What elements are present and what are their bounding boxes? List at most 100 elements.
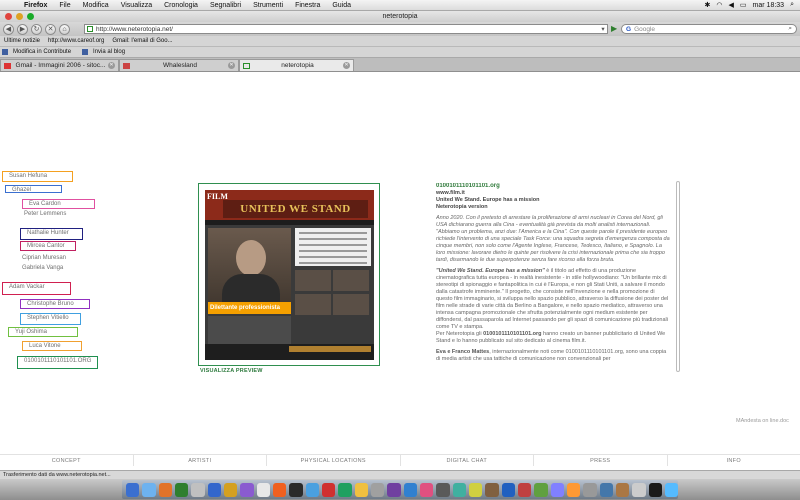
bookmark-careof[interactable]: http://www.careof.org [44, 38, 108, 44]
wifi-icon[interactable]: ◠ [716, 1, 722, 9]
dock-app-icon[interactable] [419, 482, 434, 497]
artist-ciprian-muresan[interactable]: Ciprian Muresan [22, 254, 66, 263]
url-dropdown-icon[interactable]: ▾ [599, 25, 607, 33]
url-text[interactable]: http://www.neterotopia.net/ [96, 26, 173, 33]
search-placeholder[interactable]: Google [634, 26, 655, 33]
artist-mircea-cantor[interactable]: Mircea Cantor [20, 241, 76, 251]
search-box[interactable]: G Google ⌕ [621, 24, 797, 34]
battery-icon[interactable]: ▭ [740, 1, 747, 9]
close-window-icon[interactable] [5, 13, 12, 20]
menu-visualizza[interactable]: Visualizza [115, 2, 158, 9]
artist-yuji-oshima[interactable]: Yuji Oshima [8, 327, 78, 337]
dock-app-icon[interactable] [468, 482, 483, 497]
article-scrollbar[interactable] [676, 181, 680, 372]
dock-app-icon[interactable] [207, 482, 221, 497]
search-icon[interactable]: ⌕ [788, 25, 792, 33]
artist-christophe-bruno[interactable]: Christophe Bruno [20, 299, 90, 309]
dock-app-icon[interactable] [599, 482, 613, 497]
tab-gmail[interactable]: Gmail - Immagini 2006 - sitoc... ✕ [0, 59, 119, 71]
dock-app-icon[interactable] [501, 482, 515, 497]
dock-app-icon[interactable] [305, 482, 319, 497]
dock-app-icon[interactable] [174, 482, 189, 497]
dock-app-icon[interactable] [583, 482, 597, 497]
dock-app-icon[interactable] [354, 482, 368, 497]
url-bar[interactable]: http://www.neterotopia.net/ ▾ [84, 24, 608, 34]
dock-app-icon[interactable] [256, 482, 270, 497]
artist-peter-lemmens[interactable]: Peter Lemmens [24, 210, 66, 219]
spotlight-icon[interactable]: ⌕ [790, 1, 794, 9]
forward-icon[interactable]: ▶ [17, 23, 28, 35]
dock-app-icon[interactable] [289, 482, 303, 497]
dock-app-icon[interactable] [191, 482, 205, 497]
footer-press[interactable]: PRESS [534, 455, 668, 466]
preview-image[interactable]: FILM UNITED WE STAND Dilettante professi… [205, 190, 374, 360]
go-icon[interactable]: ▶ [611, 24, 619, 34]
dock-app-icon[interactable] [142, 482, 156, 497]
menu-segnalibri[interactable]: Segnalibri [204, 2, 247, 9]
dock-app-icon[interactable] [566, 482, 581, 497]
article-url[interactable]: www.film.it [436, 190, 672, 197]
dock-app-icon[interactable] [223, 482, 238, 497]
menu-guida[interactable]: Guida [326, 2, 357, 9]
dock-app-icon[interactable] [370, 482, 385, 497]
dock-app-icon[interactable] [615, 482, 630, 497]
footer-digital-chat[interactable]: DIGITAL CHAT [401, 455, 534, 466]
artist-nathalie-hunter[interactable]: Nathalie Hunter [20, 228, 83, 240]
close-tab-icon[interactable]: ✕ [228, 62, 235, 69]
clock[interactable]: mar 18:33 [753, 2, 785, 9]
close-tab-icon[interactable]: ✕ [343, 62, 350, 69]
visualizza-preview-link[interactable]: VISUALIZZA PREVIEW [200, 368, 263, 374]
home-icon[interactable]: ⌂ [59, 23, 70, 35]
artist-eva-cardon[interactable]: Eva Cardon [22, 199, 95, 209]
menu-modifica[interactable]: Modifica [77, 2, 115, 9]
preview-frame[interactable]: FILM UNITED WE STAND Dilettante professi… [198, 183, 380, 366]
tab-whalesland[interactable]: Whalesland ✕ [119, 59, 239, 71]
invia-blog-button[interactable]: Invia al blog [93, 49, 125, 55]
footer-info[interactable]: INFO [668, 455, 800, 466]
menu-strumenti[interactable]: Strumenti [247, 2, 289, 9]
dock-app-icon[interactable] [485, 482, 499, 497]
dock-app-icon[interactable] [648, 482, 662, 497]
menu-finestra[interactable]: Finestra [289, 2, 326, 9]
artist-adam-vackar[interactable]: Adam Vackar [2, 282, 71, 295]
footer-concept[interactable]: CONCEPT [0, 455, 134, 466]
dock-app-icon[interactable] [321, 482, 336, 497]
zoom-window-icon[interactable] [27, 13, 34, 20]
stop-icon[interactable]: ✕ [45, 23, 56, 35]
artist-stephen-vitiello[interactable]: Stephen Vitiello [20, 313, 81, 325]
menu-app-firefox[interactable]: Firefox [18, 2, 53, 9]
dock-app-icon[interactable] [550, 482, 564, 497]
bluetooth-icon[interactable]: ✱ [705, 1, 711, 9]
artist-0100101110101101-org[interactable]: 0100101110101101.ORG [17, 356, 98, 369]
artist-luca-vitone[interactable]: Luca Vitone [22, 341, 82, 351]
menu-file[interactable]: File [53, 2, 76, 9]
dock-app-icon[interactable] [126, 482, 140, 497]
bookmark-ultime-notizie[interactable]: Ultime notizie [0, 38, 44, 44]
dock-app-icon[interactable] [632, 482, 646, 497]
dock-app-icon[interactable] [452, 482, 466, 497]
footer-physical-locations[interactable]: PHYSICAL LOCATIONS [267, 455, 401, 466]
dock-app-icon[interactable] [403, 482, 417, 497]
close-tab-icon[interactable]: ✕ [108, 62, 115, 69]
google-icon[interactable]: G [626, 26, 631, 33]
dock-app-icon[interactable] [338, 482, 352, 497]
dock-app-icon[interactable] [158, 482, 172, 497]
bookmark-gmail[interactable]: Gmail: l'email di Goo... [108, 38, 176, 44]
modifica-contribute-button[interactable]: Modifica in Contribute [13, 49, 71, 55]
dock-app-icon[interactable] [436, 482, 450, 497]
dock-app-icon[interactable] [517, 482, 532, 497]
tab-neterotopia[interactable]: neterotopia ✕ [239, 59, 354, 71]
minimize-window-icon[interactable] [16, 13, 23, 20]
footer-artisti[interactable]: ARTISTI [134, 455, 267, 466]
dock-app-icon[interactable] [272, 482, 287, 497]
artist-gabriela-vanga[interactable]: Gabriela Vanga [22, 264, 63, 273]
menu-cronologia[interactable]: Cronologia [158, 2, 204, 9]
dock-app-icon[interactable] [664, 482, 679, 497]
back-icon[interactable]: ◀ [3, 23, 14, 35]
artist-ghazel[interactable]: Ghazel [5, 185, 62, 193]
volume-icon[interactable]: ◀ [729, 1, 734, 9]
artist-susan-hefuna[interactable]: Susan Hefuna [2, 171, 73, 182]
dock-app-icon[interactable] [387, 482, 401, 497]
reload-icon[interactable]: ↻ [31, 23, 42, 35]
dock-app-icon[interactable] [534, 482, 548, 497]
